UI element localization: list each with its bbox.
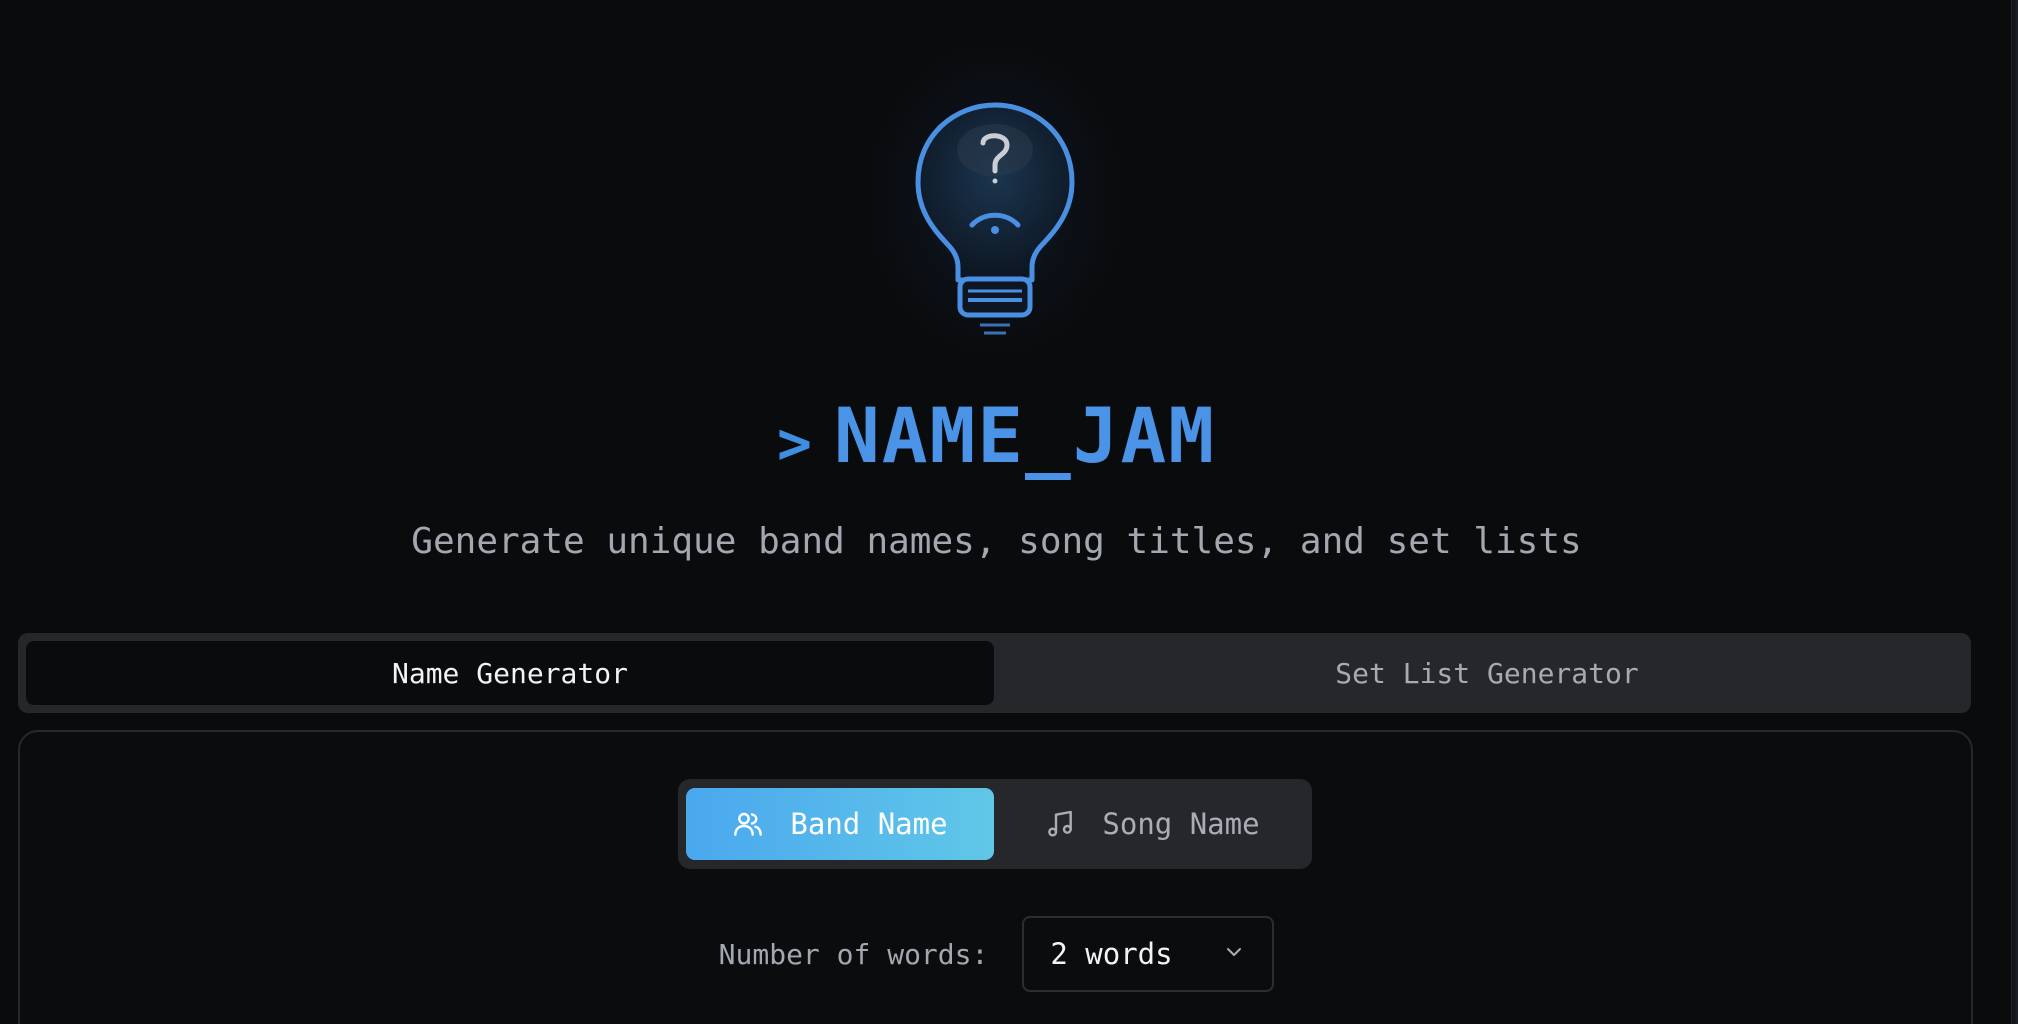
band-name-button[interactable]: Band Name [686, 788, 994, 860]
prompt-symbol: > [777, 409, 812, 477]
song-name-button[interactable]: Song Name [1000, 788, 1304, 860]
tab-set-list-generator[interactable]: Set List Generator [1003, 641, 1971, 705]
music-note-icon [1044, 808, 1076, 840]
app-title: NAME_JAM [833, 391, 1216, 480]
title-row: > NAME_JAM [0, 398, 1993, 474]
word-count-label: Number of words: [718, 937, 989, 971]
name-type-toggle: Band Name Song Name [678, 779, 1312, 869]
tab-name-generator[interactable]: Name Generator [26, 641, 994, 705]
word-count-value: 2 words [1050, 937, 1173, 971]
lightbulb-question-icon [915, 102, 1075, 335]
users-icon [732, 808, 764, 840]
word-count-select[interactable]: 2 words [1022, 916, 1275, 992]
band-name-label: Band Name [790, 807, 948, 841]
scrollbar[interactable] [2011, 0, 2018, 1024]
word-count-row: Number of words: 2 words [0, 916, 1993, 992]
main-tabs: Name Generator Set List Generator [18, 633, 1971, 713]
song-name-label: Song Name [1102, 807, 1260, 841]
page: > NAME_JAM Generate unique band names, s… [0, 0, 2018, 1024]
subtitle: Generate unique band names, song titles,… [411, 521, 1582, 562]
chevron-down-icon [1222, 937, 1246, 971]
